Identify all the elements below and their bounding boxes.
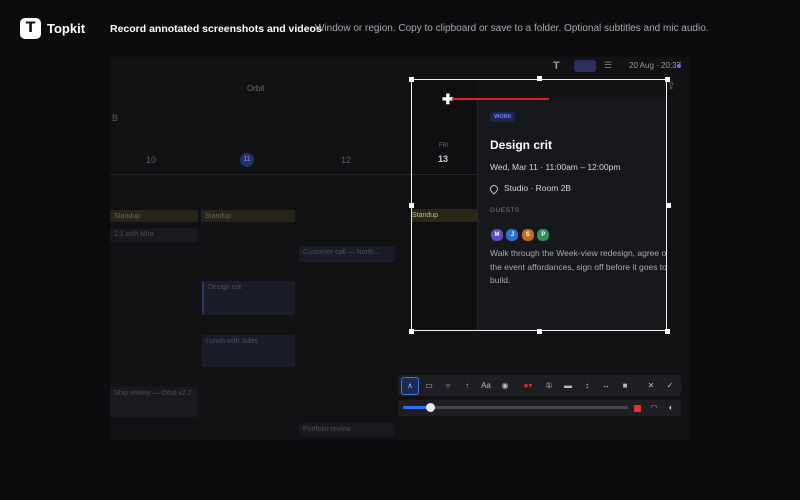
day-number: 10 — [146, 155, 157, 165]
calendar-event: Standup — [412, 209, 477, 222]
resize-handle[interactable] — [537, 76, 542, 81]
color-picker-icon[interactable]: ●▾ — [519, 379, 537, 393]
calendar-event: Standup — [110, 210, 198, 222]
event-detail-panel: WORK Design crit Wed, Mar 11 · 11:00am –… — [477, 100, 667, 330]
record-icon[interactable] — [634, 405, 641, 412]
resize-handle[interactable] — [409, 203, 414, 208]
event-location: Studio · Room 2B — [488, 183, 572, 195]
blur-tool-icon[interactable]: ◉ — [498, 379, 512, 393]
calendar-event: Design crit — [202, 281, 295, 315]
selection-region[interactable]: FRI 13 Standup WORK Design crit Wed, Mar… — [411, 79, 667, 331]
check-icon[interactable]: ✓ — [663, 379, 677, 393]
event-title: Design crit — [490, 138, 553, 152]
menubar-chip-icon[interactable] — [574, 60, 596, 72]
close-icon[interactable]: ✕ — [644, 379, 658, 393]
resize-handle[interactable] — [409, 329, 414, 334]
resize-handle[interactable] — [537, 329, 542, 334]
calendar-event: 1:1 with Mira — [110, 228, 198, 243]
resize-horizontal-icon[interactable]: ↔ — [599, 379, 613, 393]
divider — [110, 174, 410, 175]
line-weight-tool-icon[interactable]: ▬ — [561, 379, 575, 393]
avatar: P — [536, 228, 551, 242]
calendar-event: Ship review — Orbit v2.2 — [110, 387, 198, 417]
day-name: FRI — [439, 143, 449, 149]
calendar-event: Portfolio review — [299, 423, 395, 437]
event-description: Walk through the Week-view redesign, agr… — [490, 248, 667, 285]
calendar-event: Lunch with Jules — [202, 335, 295, 367]
tagline: Window or region. Copy to clipboard or s… — [315, 23, 709, 34]
event-tag: WORK — [490, 112, 516, 122]
resize-handle[interactable] — [665, 329, 670, 334]
annotation-toolbar: ∧ ▭ ○ ↑ Aa ◉ ●▾ ① ▬ ↕ ↔ ■ ✕ ✓ — [398, 375, 681, 396]
location-pin-icon — [488, 183, 500, 195]
partial-letter: B — [112, 113, 119, 123]
ellipse-tool-icon[interactable]: ○ — [441, 379, 455, 393]
guest-avatars: M J S P — [490, 223, 551, 242]
day-number: 12 — [341, 155, 352, 165]
recording-bar: ◠ ◐ — [398, 400, 681, 416]
location-text: Studio · Room 2B — [504, 183, 572, 193]
headline: Record annotated screenshots and videos — [110, 23, 322, 35]
pen-stroke[interactable] — [452, 98, 549, 100]
event-time: Wed, Mar 11 · 11:00am – 12:00pm — [490, 162, 621, 172]
calendar-event: Standup — [201, 210, 295, 222]
avatar: J — [505, 228, 520, 242]
share-icon[interactable]: ⇪ — [667, 81, 675, 92]
brand-name: Topkit — [47, 21, 86, 36]
guests-label: GUESTS — [490, 207, 520, 214]
fill-tool-icon[interactable]: ■ — [618, 379, 632, 393]
speed-icon[interactable]: ◠ — [647, 401, 661, 415]
topkit-logo-icon: T — [20, 18, 41, 39]
control-center-icon[interactable]: ☰ — [604, 60, 612, 71]
calendar-column — [412, 80, 477, 330]
arrow-tool-icon[interactable]: ↑ — [460, 379, 474, 393]
contrast-icon[interactable]: ◐ — [664, 401, 678, 415]
menubar-clock: 20 Aug · 20:37 — [629, 61, 682, 70]
step-tool-icon[interactable]: ① — [542, 379, 556, 393]
pen-tool-icon[interactable]: ∧ — [401, 377, 419, 395]
topkit-menubar-icon[interactable]: T — [553, 60, 560, 72]
calendar-event: Customer call — North... — [299, 246, 395, 262]
app-title: Orbit — [247, 84, 265, 93]
divider — [412, 174, 477, 175]
avatar: M — [490, 228, 504, 242]
resize-handle[interactable] — [409, 77, 414, 82]
notification-dot — [677, 64, 681, 68]
resize-vertical-icon[interactable]: ↕ — [580, 379, 594, 393]
progress-track[interactable] — [403, 403, 628, 412]
text-tool-icon[interactable]: Aa — [479, 379, 493, 393]
avatar: S — [520, 228, 535, 242]
day-number: 13 — [438, 154, 449, 164]
resize-handle[interactable] — [666, 203, 671, 208]
rectangle-tool-icon[interactable]: ▭ — [422, 379, 436, 393]
progress-thumb[interactable] — [426, 403, 435, 412]
today-badge: 11 — [240, 153, 254, 167]
resize-handle[interactable] — [665, 77, 670, 82]
